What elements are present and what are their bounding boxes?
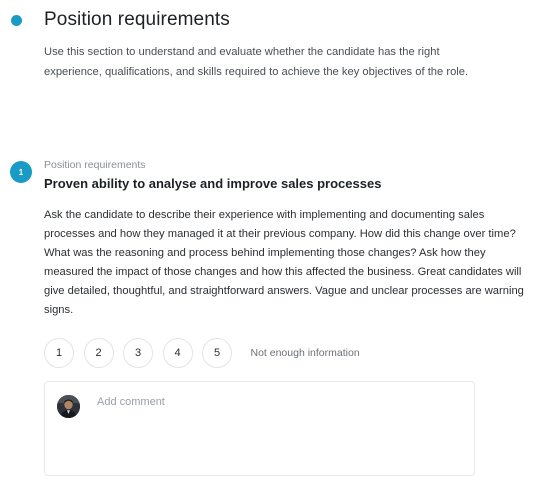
rating-button-5[interactable]: 5	[202, 338, 232, 368]
comment-box[interactable]	[44, 381, 475, 476]
rating-button-2[interactable]: 2	[83, 338, 114, 368]
question-body: Ask the candidate to describe their expe…	[44, 209, 524, 316]
rating-button-1[interactable]: 1	[44, 338, 74, 368]
rating-button-3[interactable]: 3	[123, 338, 153, 368]
scorecard-page: Position requirements Use this section t…	[0, 0, 542, 489]
comment-input[interactable]	[97, 396, 457, 408]
rating-button-4[interactable]: 4	[162, 338, 193, 368]
not-enough-information-button[interactable]: Not enough information	[251, 347, 360, 359]
section-description: Use this section to understand and evalu…	[44, 46, 469, 78]
rating-options: 1 2 3 4 5 Not enough information	[44, 338, 360, 368]
section-title: Position requirements	[44, 9, 230, 30]
question-title: Proven ability to analyse and improve sa…	[44, 176, 382, 191]
avatar	[57, 395, 80, 418]
question-category: Position requirements	[44, 159, 146, 171]
question-number-badge: 1	[10, 161, 32, 183]
section-indicator-dot	[11, 15, 22, 26]
